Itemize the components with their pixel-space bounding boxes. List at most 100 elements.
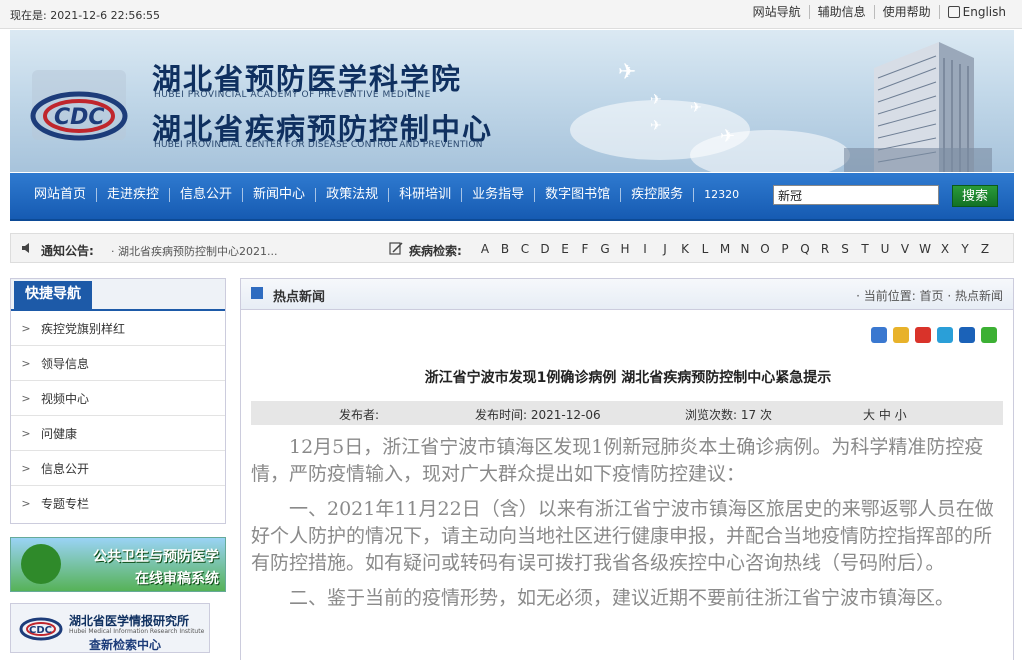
dove-icon: ✈ <box>618 60 637 85</box>
letter-link[interactable]: H <box>615 242 635 256</box>
review-system-line1: 公共卫生与预防医学 <box>93 549 219 565</box>
chevron-right-icon: > <box>21 391 31 405</box>
link-aux-info[interactable]: 辅助信息 <box>810 5 875 19</box>
sidebar-item-video[interactable]: > 视频中心 <box>11 381 225 416</box>
letter-link[interactable]: P <box>775 242 795 256</box>
nav-policy[interactable]: 政策法规 <box>316 188 390 202</box>
chevron-right-icon: > <box>21 321 31 335</box>
sidebar-item-party[interactable]: > 疾控党旗别样红 <box>11 311 225 346</box>
nav-about[interactable]: 走进疾控 <box>97 188 171 202</box>
sidebar-item-label: 信息公开 <box>41 461 90 476</box>
letter-link[interactable]: F <box>575 242 595 256</box>
nav-services[interactable]: 疾控服务 <box>621 188 695 202</box>
letter-link[interactable]: W <box>915 242 935 256</box>
letter-link[interactable]: I <box>635 242 655 256</box>
sidebar-item-label: 问健康 <box>41 426 78 441</box>
cdc-subtitle: HUBEI PROVINCIAL CENTER FOR DISEASE CONT… <box>154 140 483 150</box>
search-center-banner[interactable]: CDC 湖北省医学情报研究所 Hubei Medical Information… <box>10 603 210 653</box>
nav-home[interactable]: 网站首页 <box>24 188 98 202</box>
letter-link[interactable]: V <box>895 242 915 256</box>
share-renren-icon[interactable] <box>959 327 975 343</box>
breadcrumb[interactable]: · 当前位置: 首页 · 热点新闻 <box>856 287 1003 304</box>
notice-text[interactable]: · 湖北省疾病预防控制中心2021... <box>111 243 277 259</box>
letter-link[interactable]: Q <box>795 242 815 256</box>
home-icon <box>947 6 960 18</box>
academy-subtitle: HUBEI PROVINCIAL ACADEMY OF PREVENTIVE M… <box>154 90 431 100</box>
main-content: 热点新闻 · 当前位置: 首页 · 热点新闻 浙江省宁波市发现1例确诊病例 湖北… <box>240 278 1014 660</box>
letter-link[interactable]: X <box>935 242 955 256</box>
nav-research[interactable]: 科研培训 <box>389 188 463 202</box>
sidebar-item-label: 疾控党旗别样红 <box>41 321 126 336</box>
article-meta: 发布者: 发布时间: 2021-12-06 浏览次数: 17 次 大 中 小 <box>251 401 1003 425</box>
letter-link[interactable]: T <box>855 242 875 256</box>
share-wechat-icon[interactable] <box>981 327 997 343</box>
svg-text:CDC: CDC <box>29 625 52 636</box>
link-help[interactable]: 使用帮助 <box>875 5 940 19</box>
section-icon <box>251 287 263 299</box>
share-weibo-icon[interactable] <box>915 327 931 343</box>
search-center-name: 查新检索中心 <box>89 638 162 652</box>
dove-icon: ✈ <box>690 100 702 116</box>
nav-guidance[interactable]: 业务指导 <box>462 188 536 202</box>
sidebar-item-leaders[interactable]: > 领导信息 <box>11 346 225 381</box>
nav-info-public[interactable]: 信息公开 <box>170 188 244 202</box>
letter-link[interactable]: O <box>755 242 775 256</box>
link-site-nav[interactable]: 网站导航 <box>745 5 810 19</box>
content-header: 热点新闻 · 当前位置: 首页 · 热点新闻 <box>241 279 1013 310</box>
share-tencent-icon[interactable] <box>937 327 953 343</box>
letter-link[interactable]: L <box>695 242 715 256</box>
institute-logo: CDC <box>19 617 63 641</box>
chevron-right-icon: > <box>21 496 31 510</box>
main-nav: 网站首页 走进疾控 信息公开 新闻中心 政策法规 科研培训 业务指导 数字图书馆… <box>10 173 1014 221</box>
share-qzone-icon[interactable] <box>893 327 909 343</box>
sidebar-item-topics[interactable]: > 专题专栏 <box>11 486 225 520</box>
nav-library[interactable]: 数字图书馆 <box>535 188 622 202</box>
letter-link[interactable]: J <box>655 242 675 256</box>
notice-label: 通知公告: <box>41 244 94 258</box>
link-english-label: English <box>962 5 1006 19</box>
institute-name: 湖北省医学情报研究所 <box>69 614 190 628</box>
font-size-toggle[interactable]: 大 中 小 <box>863 406 907 423</box>
notice-bar: 通知公告: · 湖北省疾病预防控制中心2021... 疾病检索: A B C D… <box>10 233 1014 263</box>
dove-icon: ✈ <box>650 118 662 134</box>
letter-link[interactable]: N <box>735 242 755 256</box>
nav-12320[interactable]: 12320 <box>694 188 749 202</box>
quick-nav-header: 快捷导航 <box>11 279 225 311</box>
sidebar-item-label: 专题专栏 <box>41 496 90 511</box>
meta-date: 发布时间: 2021-12-06 <box>475 408 601 422</box>
nav-news[interactable]: 新闻中心 <box>243 188 317 202</box>
top-links: 网站导航 辅助信息 使用帮助 English <box>745 5 1014 19</box>
letter-link[interactable]: B <box>495 242 515 256</box>
header-banner: CDC 湖北省预防医学科学院 HUBEI PROVINCIAL ACADEMY … <box>10 30 1014 172</box>
letter-link[interactable]: M <box>715 242 735 256</box>
letter-link[interactable]: D <box>535 242 555 256</box>
letter-link[interactable]: G <box>595 242 615 256</box>
share-more-icon[interactable] <box>871 327 887 343</box>
dove-icon: ✈ <box>650 92 662 108</box>
current-time: 现在是: 2021-12-6 22:56:55 <box>10 9 161 22</box>
link-english[interactable]: English <box>940 5 1014 19</box>
review-system-banner[interactable]: 公共卫生与预防医学 在线审稿系统 <box>10 537 226 592</box>
cdc-logo: CDC <box>30 70 128 141</box>
sidebar-item-label: 视频中心 <box>41 391 90 406</box>
letter-link[interactable]: S <box>835 242 855 256</box>
sidebar-item-info-public[interactable]: > 信息公开 <box>11 451 225 486</box>
letter-link[interactable]: R <box>815 242 835 256</box>
letter-link[interactable]: K <box>675 242 695 256</box>
letter-link[interactable]: U <box>875 242 895 256</box>
sidebar-item-ask-health[interactable]: > 问健康 <box>11 416 225 451</box>
review-system-line2: 在线审稿系统 <box>135 571 219 587</box>
edit-icon <box>389 242 403 255</box>
svg-text:CDC: CDC <box>54 105 105 130</box>
letter-link[interactable]: Z <box>975 242 995 256</box>
search-button[interactable]: 搜索 <box>952 185 998 207</box>
quick-nav-title: 快捷导航 <box>14 281 92 309</box>
letter-link[interactable]: A <box>475 242 495 256</box>
article-paragraph: 12月5日，浙江省宁波市镇海区发现1例新冠肺炎本土确诊病例。为科学精准防控疫情，… <box>251 436 984 485</box>
letter-link[interactable]: E <box>555 242 575 256</box>
letter-link[interactable]: Y <box>955 242 975 256</box>
disease-search-label: 疾病检索: <box>409 244 462 258</box>
cloud-decoration <box>690 130 850 172</box>
search-input[interactable]: 新冠 <box>773 185 939 205</box>
letter-link[interactable]: C <box>515 242 535 256</box>
